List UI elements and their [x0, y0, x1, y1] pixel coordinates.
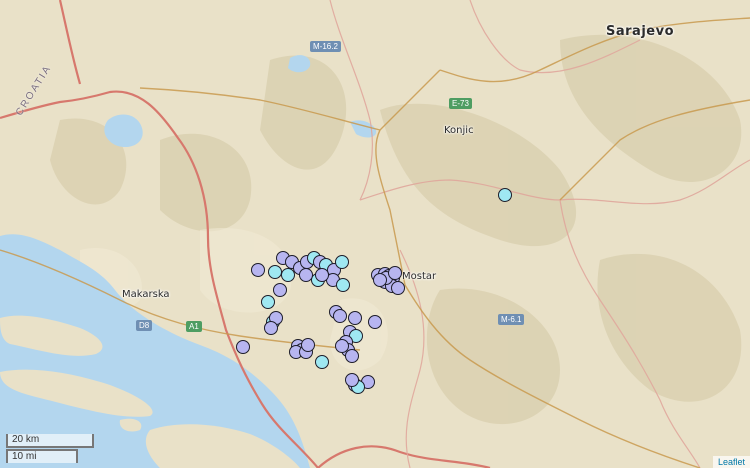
earthquake-marker[interactable]: [498, 188, 512, 202]
label-makarska: Makarska: [122, 289, 170, 300]
earthquake-marker[interactable]: [268, 265, 282, 279]
label-konjic: Konjic: [444, 125, 474, 136]
earthquake-marker[interactable]: [315, 268, 329, 282]
road-shield-d8: D8: [136, 320, 153, 331]
earthquake-marker[interactable]: [261, 295, 275, 309]
scale-mi: 10 mi: [6, 449, 78, 463]
earthquake-marker[interactable]: [301, 338, 315, 352]
earthquake-marker[interactable]: [345, 373, 359, 387]
road-shield-m162: M-16.2: [310, 41, 341, 52]
earthquake-marker[interactable]: [368, 315, 382, 329]
scale-km: 20 km: [6, 434, 94, 448]
map-base-layer: [0, 0, 750, 468]
earthquake-marker[interactable]: [333, 309, 347, 323]
earthquake-marker[interactable]: [299, 268, 313, 282]
road-shield-e73: E-73: [449, 98, 472, 109]
label-sarajevo: Sarajevo: [606, 24, 674, 39]
lake-ramsko: [288, 55, 311, 73]
earthquake-marker[interactable]: [336, 278, 350, 292]
earthquake-marker[interactable]: [264, 321, 278, 335]
earthquake-marker[interactable]: [335, 339, 349, 353]
map-canvas[interactable]: Sarajevo Konjic Mostar Makarska CROATIA …: [0, 0, 750, 468]
scale-control: 20 km 10 mi: [6, 433, 94, 463]
earthquake-marker[interactable]: [373, 273, 387, 287]
earthquake-marker[interactable]: [251, 263, 265, 277]
earthquake-marker[interactable]: [391, 281, 405, 295]
earthquake-marker[interactable]: [236, 340, 250, 354]
earthquake-marker[interactable]: [273, 283, 287, 297]
earthquake-marker[interactable]: [315, 355, 329, 369]
label-mostar: Mostar: [402, 271, 437, 282]
road-shield-a1: A1: [186, 321, 202, 332]
earthquake-marker[interactable]: [388, 266, 402, 280]
road-shield-m61: M-6.1: [498, 314, 525, 325]
earthquake-marker[interactable]: [335, 255, 349, 269]
earthquake-marker[interactable]: [345, 349, 359, 363]
attribution-link[interactable]: Leaflet: [712, 456, 750, 468]
earthquake-marker[interactable]: [348, 311, 362, 325]
